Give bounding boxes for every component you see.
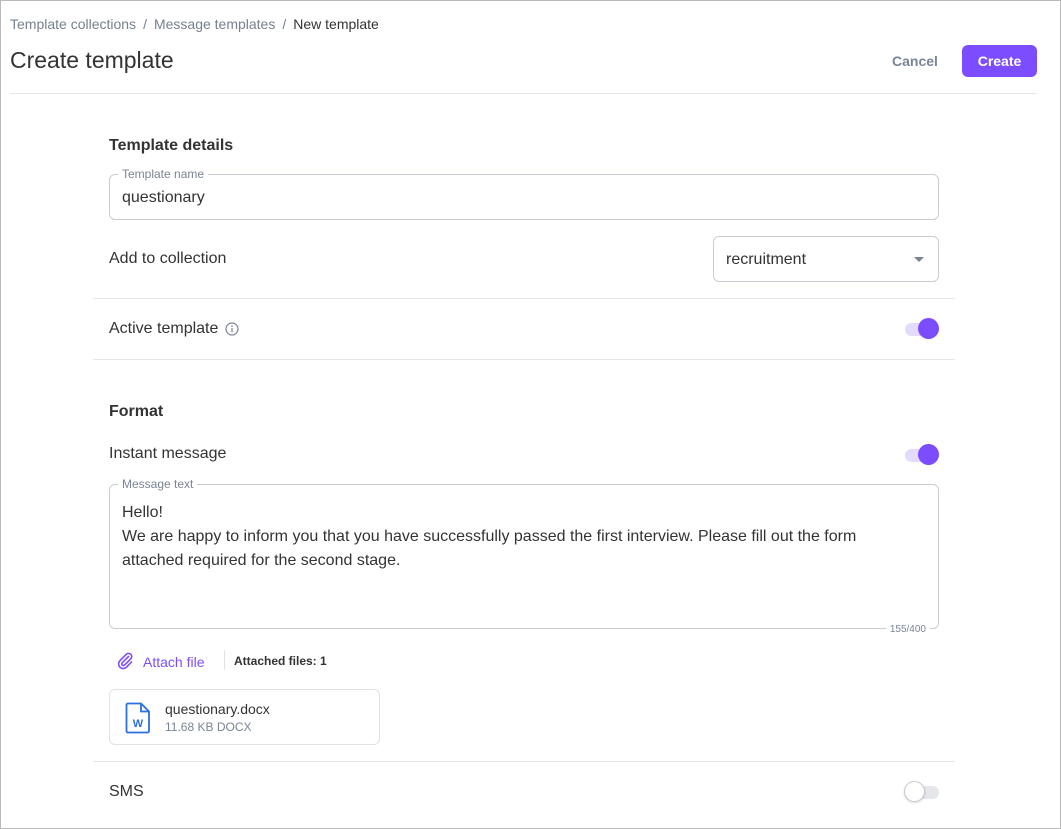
add-to-collection-label: Add to collection — [109, 250, 227, 267]
instant-message-label: Instant message — [109, 445, 227, 462]
toggle-thumb — [904, 781, 925, 802]
active-template-row: Active template — [109, 320, 239, 338]
character-counter: 155/400 — [885, 624, 930, 635]
section-divider — [93, 298, 955, 299]
breadcrumb-template-collections[interactable]: Template collections — [10, 16, 136, 32]
file-meta: 11.68 KB DOCX — [165, 720, 252, 734]
breadcrumb: Template collections / Message templates… — [10, 16, 379, 32]
format-heading: Format — [109, 403, 164, 420]
attach-file-label: Attach file — [143, 653, 205, 670]
attach-separator — [224, 650, 225, 670]
breadcrumb-message-templates[interactable]: Message templates — [154, 16, 275, 32]
attached-files-count: Attached files: 1 — [234, 654, 327, 668]
page-title: Create template — [10, 47, 174, 73]
collection-select-value: recruitment — [726, 251, 807, 268]
section-divider — [93, 359, 955, 360]
template-name-value[interactable]: questionary — [122, 189, 205, 207]
file-name: questionary.docx — [165, 701, 270, 717]
paperclip-icon — [115, 650, 135, 673]
breadcrumb-current: New template — [293, 16, 379, 32]
message-text-field[interactable]: Message text Hello! We are happy to info… — [109, 477, 939, 635]
template-name-field[interactable]: Template name questionary — [109, 167, 939, 220]
active-template-toggle[interactable] — [904, 318, 940, 340]
info-icon[interactable] — [225, 322, 239, 336]
sms-toggle[interactable] — [904, 781, 940, 803]
collection-select[interactable]: recruitment — [713, 236, 939, 282]
message-text-label: Message text — [118, 477, 198, 491]
create-button[interactable]: Create — [962, 45, 1037, 77]
message-text-value[interactable]: Hello! We are happy to inform you that y… — [122, 501, 912, 573]
template-name-label: Template name — [118, 167, 209, 181]
word-icon-letter: W — [133, 718, 144, 730]
template-details-heading: Template details — [109, 137, 234, 154]
word-document-icon: W — [125, 702, 151, 739]
section-divider — [93, 761, 955, 762]
breadcrumb-separator: / — [282, 16, 287, 32]
header-divider — [10, 93, 1037, 94]
sms-label: SMS — [109, 783, 144, 800]
toggle-thumb — [918, 318, 939, 339]
attach-file-button[interactable]: Attach file — [115, 650, 204, 673]
breadcrumb-separator: / — [143, 16, 147, 32]
instant-message-toggle[interactable] — [904, 444, 940, 466]
attached-file-card[interactable]: W questionary.docx 11.68 KB DOCX — [109, 689, 380, 745]
toggle-thumb — [918, 444, 939, 465]
caret-down-icon — [914, 257, 924, 262]
cancel-button[interactable]: Cancel — [880, 46, 950, 76]
active-template-label: Active template — [109, 320, 219, 337]
